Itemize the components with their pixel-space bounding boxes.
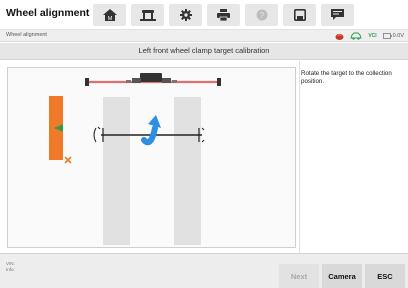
svg-text:M: M xyxy=(107,16,112,21)
right-runway xyxy=(174,97,201,245)
next-button[interactable]: Next xyxy=(279,264,319,288)
chat-icon xyxy=(331,9,344,20)
home-icon: M xyxy=(102,9,117,21)
gear-icon xyxy=(179,9,192,21)
content-divider xyxy=(299,61,300,253)
message-button[interactable] xyxy=(321,4,354,26)
status-icons: VCI 0.0V xyxy=(335,31,404,41)
wheel-target xyxy=(49,96,72,164)
page-title: Left front wheel clamp target calibratio… xyxy=(138,46,270,55)
breadcrumb: Wheel alignment xyxy=(6,32,47,38)
main-content: Rotate the target to the collection posi… xyxy=(0,61,408,253)
settings-button[interactable] xyxy=(169,4,202,26)
vehicle-icon xyxy=(350,32,363,40)
rotate-arrow-icon xyxy=(141,115,161,146)
printer-icon xyxy=(217,9,230,21)
top-bar: Wheel alignment M ? xyxy=(0,0,408,30)
save-icon xyxy=(293,9,306,21)
info-label: Info: xyxy=(6,267,15,272)
save-button[interactable] xyxy=(283,4,316,26)
help-button[interactable]: ? xyxy=(245,4,278,26)
car-lift-icon xyxy=(139,10,156,21)
calibration-diagram xyxy=(7,67,296,248)
esc-button[interactable]: ESC xyxy=(365,264,405,288)
vci-connection-icon xyxy=(335,33,344,40)
vci-badge-icon: VCI xyxy=(368,33,377,39)
print-button[interactable] xyxy=(207,4,240,26)
camera-button[interactable]: Camera xyxy=(322,264,362,288)
status-bar: Wheel alignment VCI 0.0V xyxy=(0,30,408,42)
battery-icon xyxy=(382,33,392,39)
instruction-text: Rotate the target to the collection posi… xyxy=(301,70,392,85)
camera-beam xyxy=(85,73,221,86)
app-title: Wheel alignment xyxy=(6,7,90,19)
svg-text:?: ? xyxy=(259,11,264,20)
footer-bar: VIN: Info: Next Camera ESC xyxy=(0,253,408,288)
home-button[interactable]: M xyxy=(93,4,126,26)
vehicle-button[interactable] xyxy=(131,4,164,26)
page-header: Left front wheel clamp target calibratio… xyxy=(0,43,408,60)
battery-status: 0.0V xyxy=(382,33,404,39)
calibration-illustration xyxy=(49,73,221,245)
vin-label: VIN: xyxy=(6,261,15,266)
left-runway xyxy=(103,97,130,245)
battery-voltage: 0.0V xyxy=(392,33,404,39)
help-icon: ? xyxy=(256,9,267,21)
